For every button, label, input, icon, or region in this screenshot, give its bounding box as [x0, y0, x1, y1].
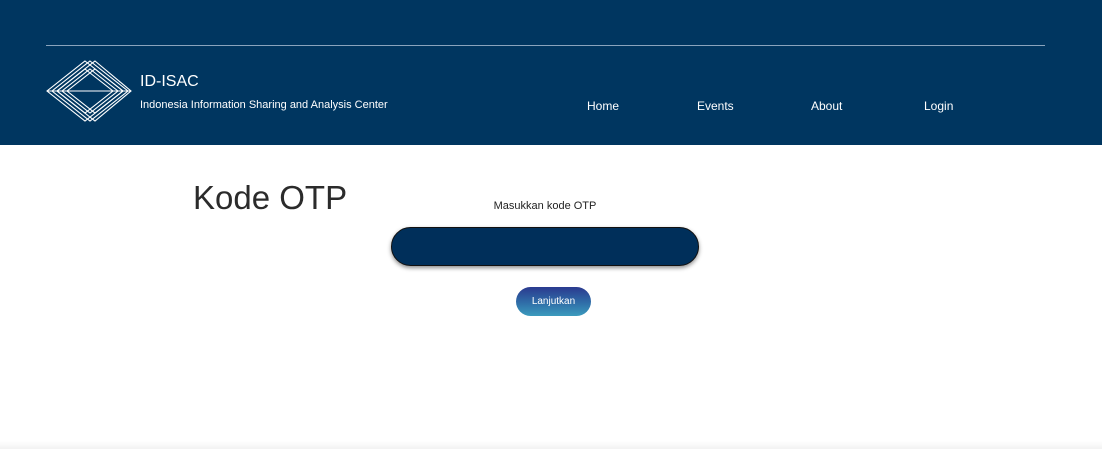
continue-button[interactable]: Lanjutkan — [516, 287, 591, 316]
page-title: Kode OTP — [193, 179, 348, 217]
otp-input[interactable] — [391, 227, 699, 266]
nav-home[interactable]: Home — [587, 99, 619, 113]
header-divider — [46, 45, 1045, 46]
brand-subtitle: Indonesia Information Sharing and Analys… — [140, 99, 388, 111]
nav-login[interactable]: Login — [924, 99, 953, 113]
bottom-shadow — [0, 441, 1102, 449]
site-header: ID-ISAC Indonesia Information Sharing an… — [0, 0, 1102, 145]
otp-page: ID-ISAC Indonesia Information Sharing an… — [0, 0, 1102, 449]
nav-events[interactable]: Events — [697, 99, 734, 113]
stacked-diamond-logo-icon[interactable] — [46, 60, 132, 122]
otp-field-label: Masukkan kode OTP — [493, 200, 597, 212]
brand-title: ID-ISAC — [140, 73, 199, 90]
nav-about[interactable]: About — [811, 99, 842, 113]
